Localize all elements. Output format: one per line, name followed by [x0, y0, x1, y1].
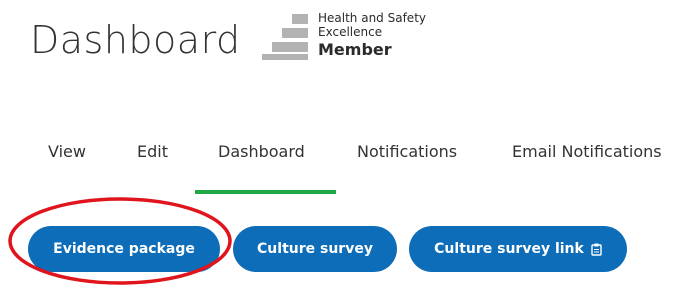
tab-dashboard[interactable]: Dashboard	[218, 142, 305, 161]
clipboard-icon	[591, 243, 602, 256]
badge-line-1: Health and Safety	[318, 11, 426, 25]
tab-email-notifications[interactable]: Email Notifications	[512, 142, 662, 161]
badge-logo-icon	[262, 14, 308, 60]
culture-survey-link-button[interactable]: Culture survey link	[409, 226, 627, 272]
culture-survey-link-label: Culture survey link	[434, 241, 584, 257]
badge-line-2: Excellence	[318, 24, 383, 39]
tab-bar: View Edit Dashboard Notifications Email …	[0, 142, 673, 194]
tab-view[interactable]: View	[48, 142, 86, 161]
evidence-package-label: Evidence package	[53, 241, 195, 257]
tab-notifications[interactable]: Notifications	[357, 142, 457, 161]
membership-badge: Health and Safety Excellence Member	[262, 11, 452, 64]
culture-survey-button[interactable]: Culture survey	[233, 226, 397, 272]
page-title: Dashboard	[30, 18, 241, 62]
evidence-package-button[interactable]: Evidence package	[28, 226, 220, 272]
badge-member-label: Member	[318, 39, 392, 59]
badge-text: Health and Safety Excellence Member	[318, 11, 426, 59]
active-tab-indicator	[195, 190, 336, 194]
tab-edit[interactable]: Edit	[137, 142, 168, 161]
culture-survey-label: Culture survey	[257, 241, 373, 257]
